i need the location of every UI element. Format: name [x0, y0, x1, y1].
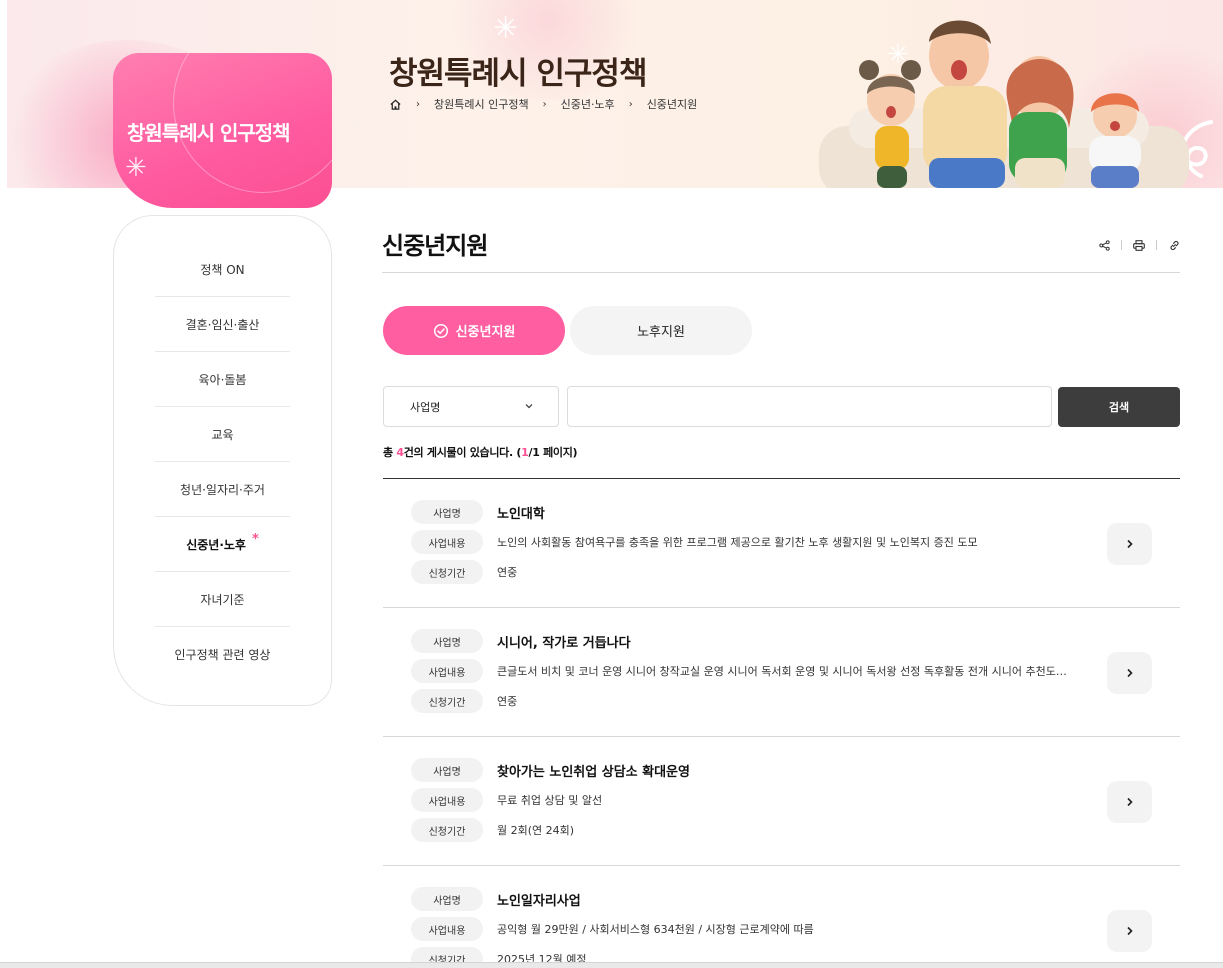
sidebar-item-children-criteria[interactable]: 자녀기준 — [155, 572, 290, 627]
tool-divider — [1156, 240, 1157, 250]
item-content: 무료 취업 상담 및 알선 — [497, 794, 603, 807]
item-name: 노인일자리사업 — [497, 893, 581, 909]
policy-list: 사업명 노인대학 사업내용 노인의 사회활동 참여욕구를 충족을 위한 프로그램 제… — [383, 478, 1180, 968]
check-circle-icon — [433, 323, 448, 338]
chevron-right-icon — [1127, 926, 1133, 936]
tab-middle-aged-support[interactable]: 신중년지원 — [383, 306, 565, 355]
label-chip: 사업명 — [411, 758, 483, 782]
active-star-icon: * — [251, 531, 259, 547]
horizontal-scrollbar[interactable] — [0, 962, 1223, 968]
list-item: 사업명 시니어, 작가로 거듭나다 사업내용 큰글도서 비치 및 코너 운영 시니어… — [383, 608, 1180, 737]
view-detail-button[interactable] — [1107, 652, 1152, 694]
page-title: 신중년지원 — [382, 232, 488, 260]
tab-retirement-support[interactable]: 노후지원 — [570, 306, 752, 355]
link-icon — [1169, 240, 1179, 250]
count-text: /1 페이지) — [528, 446, 578, 459]
title-divider — [382, 272, 1180, 273]
sidebar-item-childcare[interactable]: 육아·돌봄 — [155, 352, 290, 407]
print-icon — [1133, 239, 1145, 251]
count-text: 총 — [383, 446, 397, 459]
search-input[interactable] — [567, 386, 1052, 427]
breadcrumb-item[interactable]: 창원특례시 인구정책 — [434, 96, 529, 112]
label-chip: 사업내용 — [411, 788, 483, 812]
item-name: 노인대학 — [497, 506, 545, 522]
item-name: 찾아가는 노인취업 상담소 확대운영 — [497, 764, 690, 780]
sidebar-menu: 정책 ON 결혼·임신·출산 육아·돌봄 교육 청년·일자리·주거 신중년·노후… — [113, 215, 332, 706]
label-chip: 신청기간 — [411, 689, 483, 713]
item-content: 공익형 월 29만원 / 사회서비스형 634천원 / 시장형 근로계약에 따름 — [497, 923, 814, 936]
banner-title: 창원특례시 인구정책 — [389, 56, 647, 92]
share-button[interactable] — [1095, 238, 1113, 252]
print-button[interactable] — [1130, 238, 1148, 252]
result-count: 총 4건의 게시물이 있습니다. (1/1 페이지) — [383, 444, 578, 460]
item-period: 월 2회(연 24회) — [497, 824, 575, 837]
list-item: 사업명 노인대학 사업내용 노인의 사회활동 참여욕구를 충족을 위한 프로그램 제… — [383, 479, 1180, 608]
tab-label: 신중년지원 — [455, 325, 516, 340]
count-total: 4 — [396, 446, 404, 459]
view-detail-button[interactable] — [1107, 523, 1152, 565]
list-item: 사업명 노인일자리사업 사업내용 공익형 월 29만원 / 사회서비스형 634천원… — [383, 866, 1180, 968]
breadcrumb-separator: › — [542, 98, 547, 110]
sidebar-item-label: 신중년·노후 — [186, 537, 246, 552]
sidebar-item-label: 결혼·임신·출산 — [185, 317, 260, 332]
sidebar-item-education[interactable]: 교육 — [155, 407, 290, 462]
sidebar-heading: 창원특례시 인구정책 — [127, 121, 291, 145]
sidebar-item-label: 청년·일자리·주거 — [180, 482, 265, 497]
label-chip: 신청기간 — [411, 818, 483, 842]
sidebar-item-policy-on[interactable]: 정책 ON — [155, 242, 290, 297]
search-type-select[interactable]: 사업명 — [383, 386, 559, 427]
tool-divider — [1121, 240, 1122, 250]
sidebar-heading-card: 창원특례시 인구정책 ✳ — [113, 53, 332, 208]
view-detail-button[interactable] — [1107, 910, 1152, 952]
label-chip: 사업명 — [411, 887, 483, 911]
breadcrumb-separator: › — [416, 98, 420, 110]
chevron-right-icon — [1127, 668, 1133, 678]
sidebar-item-label: 교육 — [211, 427, 234, 442]
sparkle-icon: ✳ — [125, 153, 147, 183]
view-detail-button[interactable] — [1107, 781, 1152, 823]
tab-label: 노후지원 — [637, 325, 685, 340]
chevron-down-icon — [525, 404, 533, 409]
chevron-right-icon — [1127, 797, 1133, 807]
sidebar-item-videos[interactable]: 인구정책 관련 영상 — [155, 627, 290, 682]
label-chip: 사업내용 — [411, 659, 483, 683]
label-chip: 신청기간 — [411, 560, 483, 584]
sidebar-item-label: 자녀기준 — [200, 592, 245, 607]
list-item: 사업명 찾아가는 노인취업 상담소 확대운영 사업내용 무료 취업 상담 및 알선 … — [383, 737, 1180, 866]
share-icon — [1098, 239, 1110, 251]
breadcrumb-separator: › — [628, 98, 633, 110]
breadcrumb-item-current[interactable]: 신중년지원 — [647, 96, 698, 112]
item-content: 큰글도서 비치 및 코너 운영 시니어 창작교실 운영 시니어 독서회 운영 및… — [497, 665, 1072, 678]
label-chip: 사업명 — [411, 629, 483, 653]
count-text: 건의 게시물이 있습니다. ( — [403, 446, 522, 459]
copy-link-button[interactable] — [1165, 238, 1183, 252]
page-tools — [1095, 238, 1183, 252]
sidebar-item-label: 육아·돌봄 — [198, 372, 247, 387]
breadcrumb-item[interactable]: 신중년·노후 — [561, 96, 615, 112]
sidebar-item-senior[interactable]: 신중년·노후 * — [155, 517, 290, 572]
home-icon[interactable] — [389, 98, 402, 111]
item-period: 연중 — [497, 695, 518, 708]
family-illustration — [819, 20, 1189, 188]
item-content: 노인의 사회활동 참여욕구를 충족을 위한 프로그램 제공으로 활기찬 노후 생… — [497, 536, 978, 549]
sidebar-item-youth[interactable]: 청년·일자리·주거 — [155, 462, 290, 517]
search-button[interactable]: 검색 — [1058, 387, 1180, 427]
item-period: 연중 — [497, 566, 518, 579]
chevron-right-icon — [1127, 539, 1133, 549]
breadcrumb: › 창원특례시 인구정책 › 신중년·노후 › 신중년지원 — [389, 96, 697, 112]
sidebar-item-label: 인구정책 관련 영상 — [174, 648, 271, 662]
item-name: 시니어, 작가로 거듭나다 — [497, 635, 631, 651]
label-chip: 사업명 — [411, 500, 483, 524]
label-chip: 사업내용 — [411, 530, 483, 554]
select-value: 사업명 — [410, 400, 441, 414]
label-chip: 사업내용 — [411, 917, 483, 941]
sparkle-icon: ✳ — [493, 11, 519, 46]
sidebar-item-label: 정책 ON — [200, 262, 245, 277]
sidebar-item-marriage[interactable]: 결혼·임신·출산 — [155, 297, 290, 352]
